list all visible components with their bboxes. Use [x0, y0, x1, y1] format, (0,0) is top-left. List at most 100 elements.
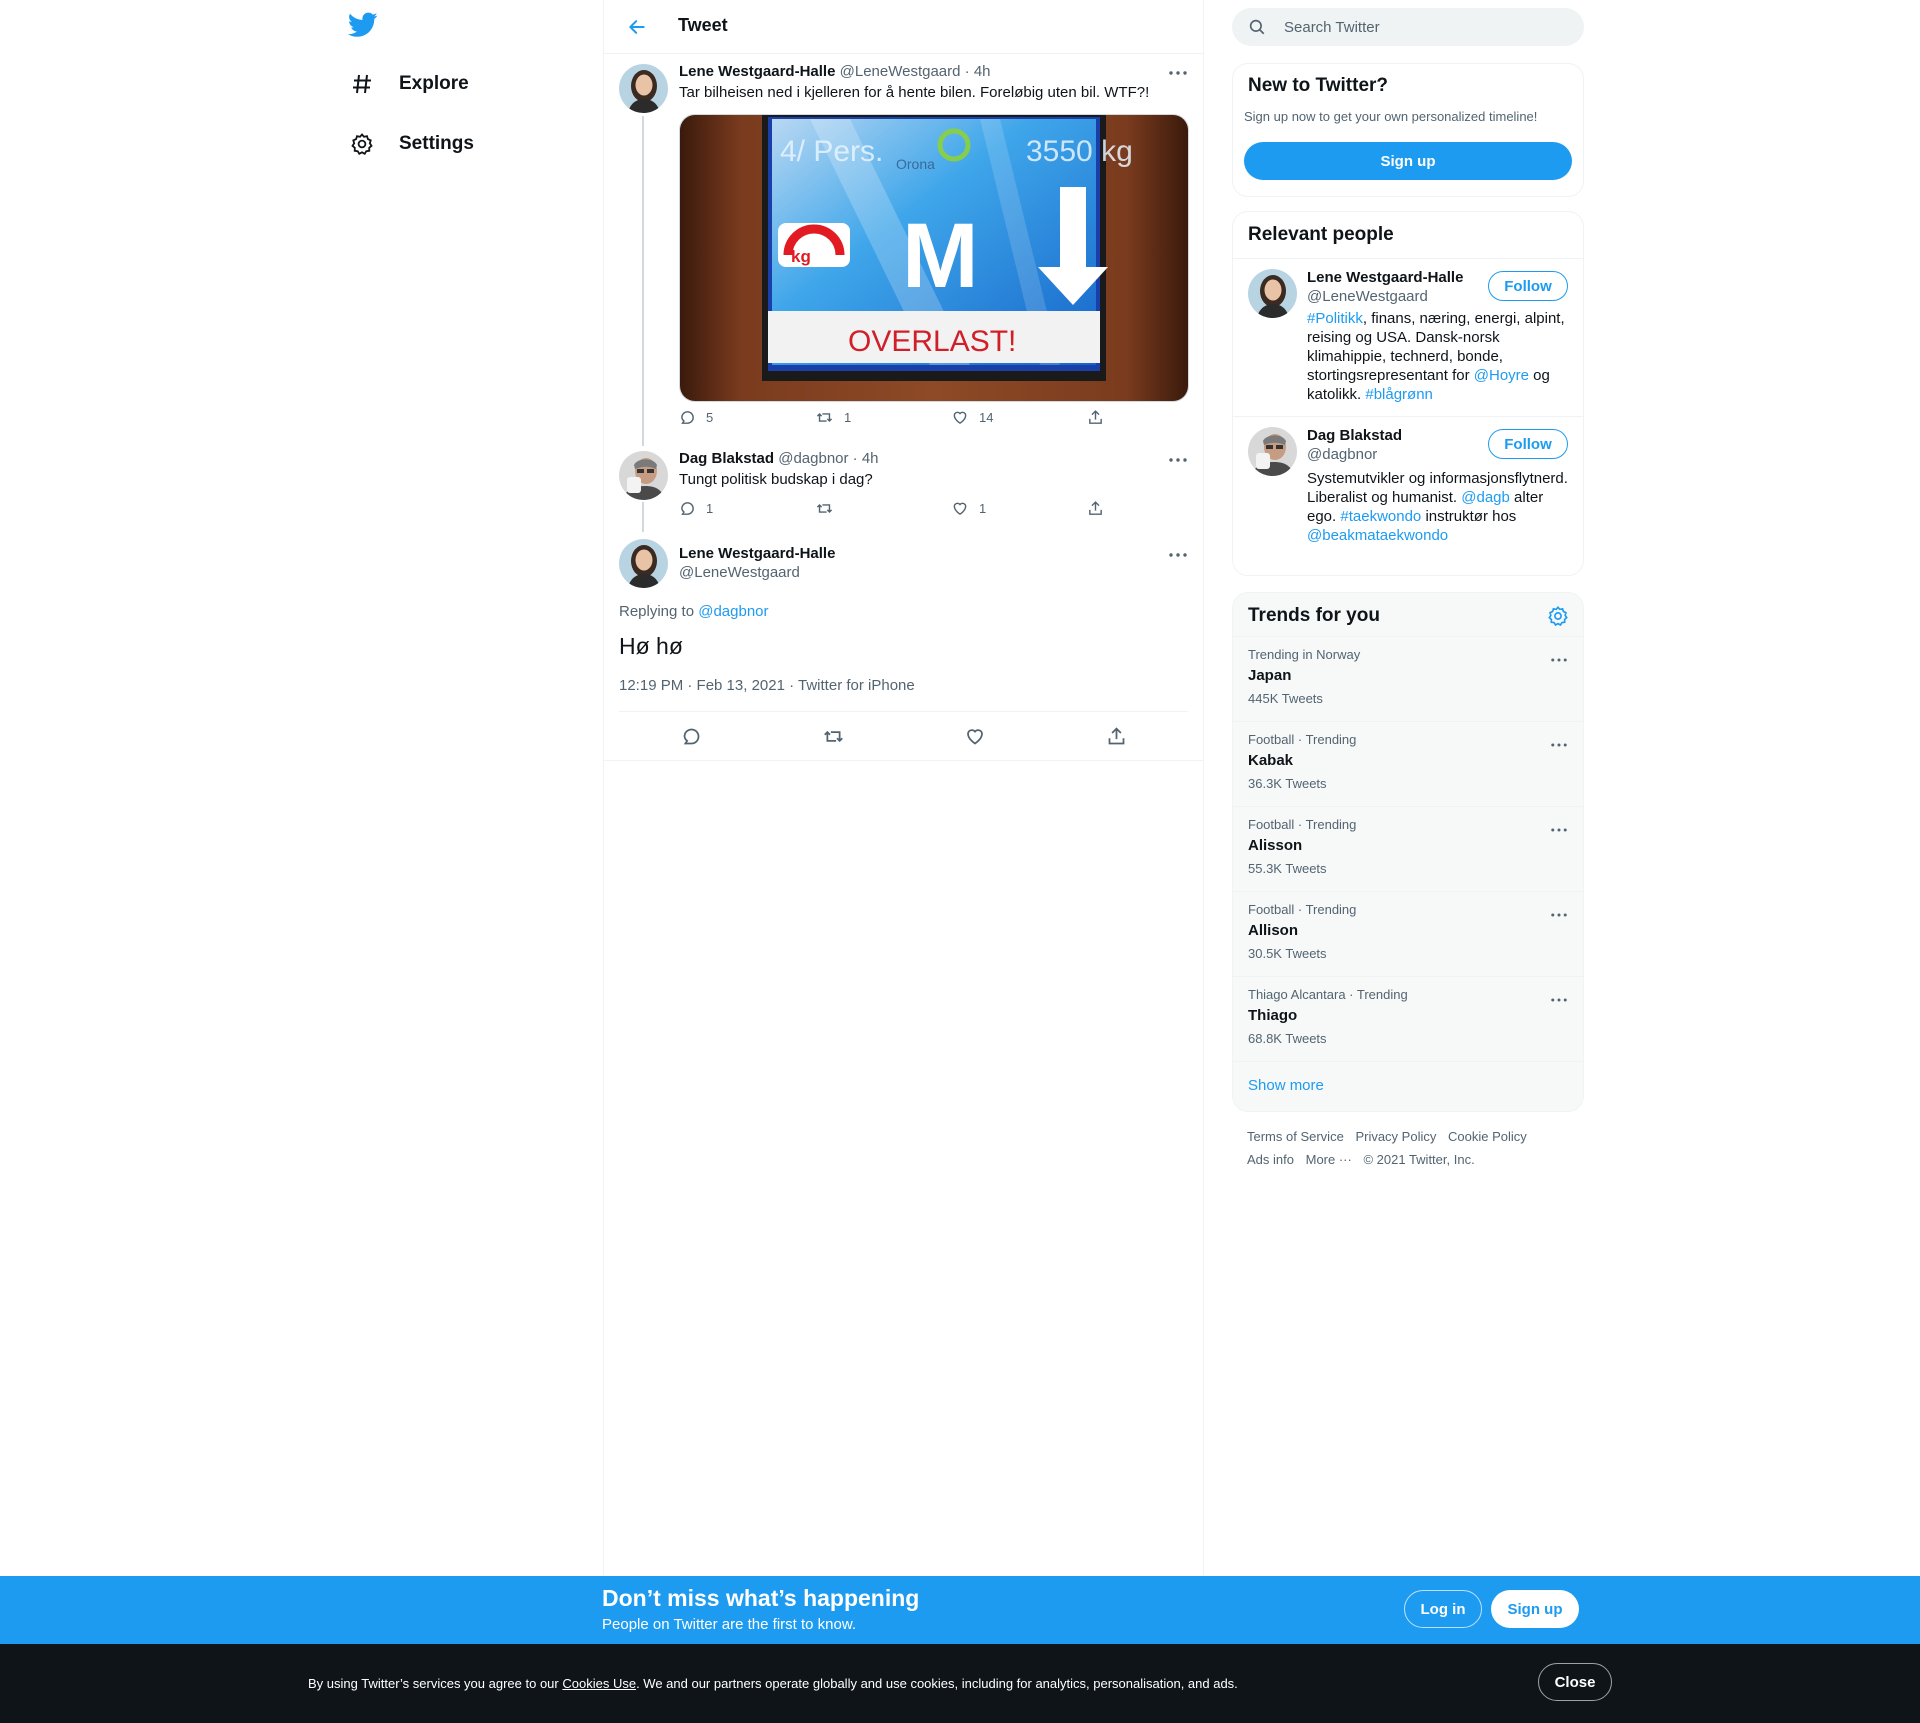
- tweet-header: Tweet: [604, 0, 1203, 54]
- avatar[interactable]: [1248, 269, 1297, 318]
- share-button[interactable]: [1087, 409, 1104, 426]
- follow-button[interactable]: Follow: [1488, 429, 1568, 459]
- trend-item[interactable]: Football · Trending Kabak 36.3K Tweets: [1233, 721, 1583, 806]
- show-more-link[interactable]: Show more: [1248, 1077, 1324, 1094]
- card-title: New to Twitter?: [1248, 75, 1389, 96]
- sign-up-button[interactable]: Sign up: [1244, 142, 1572, 180]
- bio-hashtag[interactable]: #blågrønn: [1365, 386, 1433, 403]
- more-options-icon[interactable]: [1547, 653, 1571, 667]
- media-banner: OVERLAST!: [848, 325, 1016, 358]
- reply-button[interactable]: [681, 726, 702, 747]
- like-button[interactable]: 1: [951, 500, 986, 517]
- like-button[interactable]: 14: [951, 409, 993, 426]
- trend-item[interactable]: Trending in Norway Japan 445K Tweets: [1233, 636, 1583, 721]
- share-button[interactable]: [1087, 500, 1104, 517]
- cookie-policy-link[interactable]: Cookie Policy: [1448, 1129, 1527, 1144]
- more-options-icon[interactable]: [1547, 908, 1571, 922]
- tweet-timestamp[interactable]: 12:19 PM · Feb 13, 2021: [619, 677, 785, 694]
- like-button[interactable]: [964, 726, 986, 747]
- cookie-text-pre: By using Twitter’s services you agree to…: [308, 1676, 563, 1691]
- author-handle[interactable]: @LeneWestgaard: [840, 63, 961, 80]
- sign-up-button[interactable]: Sign up: [1491, 1590, 1579, 1628]
- trend-context: Thiago Alcantara · Trending: [1248, 987, 1408, 1002]
- person-handle[interactable]: @LeneWestgaard: [1307, 288, 1428, 305]
- person-bio: Systemutvikler og informasjonsflytnerd. …: [1307, 469, 1569, 545]
- author-name[interactable]: Lene Westgaard-Halle: [679, 545, 835, 562]
- more-options-icon[interactable]: [1166, 548, 1190, 562]
- bio-mention[interactable]: @beakmataekwondo: [1307, 527, 1448, 544]
- cookies-use-link[interactable]: Cookies Use: [562, 1676, 636, 1691]
- meta-separator: ·: [789, 677, 795, 694]
- trend-item[interactable]: Thiago Alcantara · Trending Thiago 68.8K…: [1233, 976, 1583, 1061]
- follow-button[interactable]: Follow: [1488, 271, 1568, 301]
- more-options-icon[interactable]: [1547, 993, 1571, 1007]
- retweet-icon: [816, 412, 833, 423]
- trend-item[interactable]: Football · Trending Alisson 55.3K Tweets: [1233, 806, 1583, 891]
- log-in-button[interactable]: Log in: [1404, 1590, 1482, 1628]
- person-name[interactable]: Dag Blakstad: [1307, 427, 1402, 444]
- bio-hashtag[interactable]: #taekwondo: [1340, 508, 1421, 525]
- close-button[interactable]: Close: [1538, 1663, 1612, 1701]
- tweet-time[interactable]: · 4h: [853, 450, 879, 467]
- privacy-policy-link[interactable]: Privacy Policy: [1355, 1129, 1436, 1144]
- share-icon: [1089, 410, 1102, 424]
- card-title: Trends for you: [1248, 605, 1380, 626]
- like-count: 1: [979, 501, 987, 516]
- card-title: Relevant people: [1248, 224, 1394, 245]
- retweet-button[interactable]: [815, 500, 844, 517]
- nav-explore[interactable]: Explore: [348, 64, 469, 104]
- retweet-button[interactable]: 1: [815, 409, 851, 426]
- copyright: © 2021 Twitter, Inc.: [1363, 1152, 1475, 1167]
- thread-connector: [642, 502, 644, 532]
- ads-info-link[interactable]: Ads info: [1247, 1152, 1294, 1167]
- trend-count: 55.3K Tweets: [1248, 861, 1327, 876]
- terms-of-service-link[interactable]: Terms of Service: [1247, 1129, 1344, 1144]
- cookie-text: By using Twitter’s services you agree to…: [308, 1676, 1238, 1691]
- nav-settings[interactable]: Settings: [348, 124, 474, 164]
- more-options-icon[interactable]: [1166, 66, 1190, 80]
- author-handle[interactable]: @LeneWestgaard: [679, 564, 800, 581]
- trend-name: Thiago: [1248, 1007, 1298, 1024]
- retweet-button[interactable]: [822, 726, 845, 747]
- person-name[interactable]: Lene Westgaard-Halle: [1307, 269, 1463, 286]
- bio-mention[interactable]: @Hoyre: [1474, 367, 1529, 384]
- signup-banner-subtitle: People on Twitter are the first to know.: [602, 1616, 857, 1633]
- avatar[interactable]: [1248, 427, 1297, 476]
- author-name[interactable]: Dag Blakstad: [679, 450, 774, 467]
- avatar[interactable]: [619, 451, 668, 500]
- tweet-source[interactable]: Twitter for iPhone: [798, 677, 915, 694]
- author-handle[interactable]: @dagbnor: [778, 450, 848, 467]
- more-options-icon[interactable]: [1166, 453, 1190, 467]
- relevant-person[interactable]: Lene Westgaard-Halle @LeneWestgaard Foll…: [1233, 258, 1583, 417]
- trend-name: Kabak: [1248, 752, 1294, 769]
- search-input[interactable]: [1282, 17, 1566, 37]
- avatar[interactable]: [619, 64, 668, 113]
- trend-context: Trending in Norway: [1248, 647, 1361, 662]
- reply-button[interactable]: 1: [679, 500, 713, 517]
- media-brand: Orona: [896, 156, 935, 172]
- more-options-icon[interactable]: [1547, 823, 1571, 837]
- bio-mention[interactable]: @dagb: [1461, 489, 1510, 506]
- relevant-person[interactable]: Dag Blakstad @dagbnor Follow Systemutvik…: [1233, 416, 1583, 575]
- tweet-media[interactable]: 4/ Pers. Orona 3550 kg kg M OVERLAST!: [679, 114, 1189, 402]
- back-arrow-icon[interactable]: [624, 14, 650, 40]
- author-name[interactable]: Lene Westgaard-Halle: [679, 63, 835, 80]
- share-button[interactable]: [1106, 726, 1127, 747]
- replying-to-handle[interactable]: @dagbnor: [698, 603, 768, 620]
- bio-hashtag[interactable]: #Politikk: [1307, 310, 1363, 327]
- twitter-bird-icon[interactable]: [348, 12, 380, 42]
- more-options-icon[interactable]: [1547, 738, 1571, 752]
- more-link[interactable]: More ···: [1306, 1152, 1352, 1167]
- trend-item[interactable]: Football · Trending Allison 30.5K Tweets: [1233, 891, 1583, 976]
- reply-button[interactable]: 5: [679, 409, 713, 426]
- main-column: Tweet Lene Westgaard-Halle @LeneWestgaar…: [603, 0, 1204, 1576]
- trend-count: 30.5K Tweets: [1248, 946, 1327, 961]
- trend-context: Football · Trending: [1248, 732, 1357, 747]
- gear-icon[interactable]: [1547, 605, 1569, 627]
- reply-count: 5: [706, 410, 714, 425]
- tweet-time[interactable]: · 4h: [965, 63, 991, 80]
- bio-text: instruktør hos: [1421, 508, 1517, 525]
- heart-icon: [953, 411, 967, 425]
- person-handle[interactable]: @dagbnor: [1307, 446, 1377, 463]
- avatar[interactable]: [619, 539, 668, 588]
